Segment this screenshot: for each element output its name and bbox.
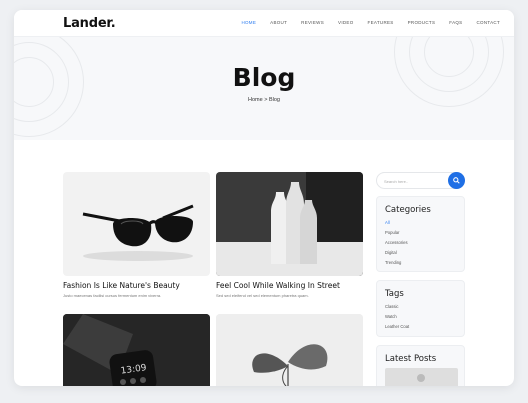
blog-post-card[interactable]: Fashion Is Like Nature's Beauty Justo ma… xyxy=(63,172,210,298)
sunglasses-photo[interactable] xyxy=(63,172,210,276)
nav-about[interactable]: ABOUT xyxy=(270,20,287,25)
post-title[interactable]: Feel Cool While Walking In Street xyxy=(216,281,363,290)
search-button[interactable] xyxy=(448,172,465,189)
nav-reviews[interactable]: REVIEWS xyxy=(301,20,324,25)
latest-posts-title: Latest Posts xyxy=(385,354,437,364)
vases-photo[interactable] xyxy=(216,172,363,276)
breadcrumb-current: Blog xyxy=(268,97,280,103)
page-hero: Blog Home > Blog xyxy=(14,37,514,140)
search-placeholder: Search here.. xyxy=(384,179,409,184)
leaf-plant-photo[interactable] xyxy=(216,314,363,386)
tag-leather-coat[interactable]: Leather Coat xyxy=(385,324,409,334)
page-title: Blog xyxy=(232,63,296,92)
categories-title: Categories xyxy=(385,205,431,215)
tag-watch[interactable]: Watch xyxy=(385,314,409,324)
nav-contact[interactable]: CONTACT xyxy=(476,20,500,25)
blog-post-card[interactable] xyxy=(216,314,363,386)
latest-post-thumbnail[interactable] xyxy=(385,368,458,386)
site-logo[interactable]: Lander. xyxy=(63,16,116,31)
search-input[interactable]: Search here.. xyxy=(376,172,465,189)
tags-title: Tags xyxy=(385,289,404,299)
tags-widget: Tags Classic Watch Leather Coat xyxy=(376,280,465,337)
smartwatch-photo[interactable]: 13:09 xyxy=(63,314,210,386)
breadcrumb: Home > Blog xyxy=(14,97,514,103)
nav-products[interactable]: PRODUCTS xyxy=(408,20,436,25)
category-digital[interactable]: Digital xyxy=(385,250,408,260)
categories-list: All Popular Accessories Digital Trending xyxy=(385,220,408,270)
blog-post-card[interactable]: 13:09 xyxy=(63,314,210,386)
category-accessories[interactable]: Accessories xyxy=(385,240,408,250)
tags-list: Classic Watch Leather Coat xyxy=(385,304,409,334)
nav-faqs[interactable]: FAQS xyxy=(449,20,462,25)
site-header: Lander. HOME ABOUT REVIEWS VIDEO FEATURE… xyxy=(14,10,514,37)
search-icon xyxy=(453,177,460,184)
tag-classic[interactable]: Classic xyxy=(385,304,409,314)
post-excerpt: Justo maecenas facilisi cursus fermentum… xyxy=(63,293,162,298)
post-excerpt: Sed sed eleifend vel sed elementum phare… xyxy=(216,293,309,298)
nav-home[interactable]: HOME xyxy=(241,20,256,25)
main-nav: HOME ABOUT REVIEWS VIDEO FEATURES PRODUC… xyxy=(241,20,500,25)
category-popular[interactable]: Popular xyxy=(385,230,408,240)
category-all[interactable]: All xyxy=(385,220,408,230)
browser-frame: Lander. HOME ABOUT REVIEWS VIDEO FEATURE… xyxy=(14,10,514,386)
categories-widget: Categories All Popular Accessories Digit… xyxy=(376,196,465,272)
breadcrumb-separator: > xyxy=(264,97,268,103)
blog-post-card[interactable]: Feel Cool While Walking In Street Sed se… xyxy=(216,172,363,298)
category-trending[interactable]: Trending xyxy=(385,260,408,270)
post-title[interactable]: Fashion Is Like Nature's Beauty xyxy=(63,281,210,290)
nav-video[interactable]: VIDEO xyxy=(338,20,354,25)
latest-posts-widget: Latest Posts xyxy=(376,345,465,386)
nav-features[interactable]: FEATURES xyxy=(368,20,394,25)
breadcrumb-home[interactable]: Home xyxy=(248,97,263,103)
